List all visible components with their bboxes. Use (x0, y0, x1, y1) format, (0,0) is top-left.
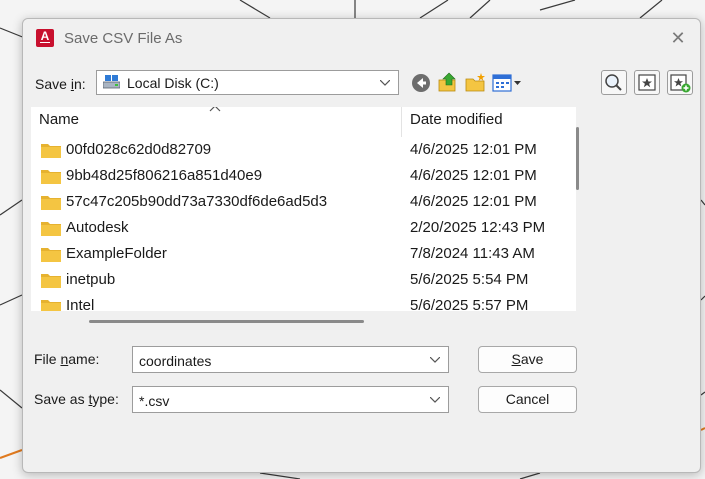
date-modified-cell: 2/20/2025 12:43 PM (410, 219, 546, 236)
close-button[interactable]: ✕ (666, 26, 690, 50)
file-name-cell: ExampleFolder (66, 245, 167, 262)
new-folder-icon[interactable] (464, 71, 488, 95)
save-in-dropdown[interactable]: Local Disk (C:) (96, 70, 399, 95)
chevron-down-icon[interactable] (430, 357, 440, 363)
file-name-cell: 9bb48d25f806216a851d40e9 (66, 167, 263, 184)
list-item[interactable]: 57c47c205b90dd73a7330df6de6ad5d3 4/6/2025… (31, 190, 576, 216)
cancel-button[interactable]: Cancel (478, 386, 577, 413)
favorites-button[interactable] (634, 70, 660, 95)
date-modified-cell: 5/6/2025 5:54 PM (410, 271, 529, 288)
title-bar[interactable]: A Save CSV File As ✕ (23, 19, 700, 61)
view-menu-icon[interactable] (491, 71, 523, 95)
column-divider[interactable] (401, 107, 402, 137)
file-name-cell: 00fd028c62d0d82709 (66, 141, 212, 158)
folder-icon (41, 274, 61, 288)
save-as-type-value: *.csv (139, 393, 170, 409)
save-dialog: A Save CSV File As ✕ Save in: Local Disk… (22, 18, 701, 473)
back-icon[interactable] (409, 71, 433, 95)
list-item[interactable]: inetpub 5/6/2025 5:54 PM (31, 268, 576, 294)
dialog-title: Save CSV File As (64, 30, 183, 47)
file-name-cell: Intel (66, 297, 95, 311)
column-header-date-modified[interactable]: Date modified (410, 111, 503, 133)
save-as-type-label: Save as type: (34, 391, 119, 407)
file-name-label: File name: (34, 351, 100, 367)
save-button[interactable]: Save (478, 346, 577, 373)
folder-icon (41, 248, 61, 262)
chevron-down-icon (380, 80, 390, 86)
list-item[interactable]: ExampleFolder 7/8/2024 11:43 AM (31, 242, 576, 268)
file-name-cell: 57c47c205b90dd73a7330df6de6ad5d3 (66, 193, 328, 210)
drive-icon (103, 75, 120, 89)
list-item[interactable]: Autodesk 2/20/2025 12:43 PM (31, 216, 576, 242)
list-item[interactable]: 00fd028c62d0d82709 4/6/2025 12:01 PM (31, 138, 576, 164)
file-name-value: coordinates (139, 353, 212, 369)
file-list[interactable]: Name Date modified 00fd028c62d0d82709 4/6… (31, 107, 576, 311)
date-modified-cell: 4/6/2025 12:01 PM (410, 193, 537, 210)
folder-icon (41, 222, 61, 236)
list-item[interactable]: Intel 5/6/2025 5:57 PM (31, 294, 576, 311)
file-name-input[interactable]: coordinates (132, 346, 449, 373)
date-modified-cell: 4/6/2025 12:01 PM (410, 167, 537, 184)
date-modified-cell: 4/6/2025 12:01 PM (410, 141, 537, 158)
chevron-down-icon (430, 397, 440, 403)
save-in-label: Save in: (35, 76, 86, 92)
add-favorite-button[interactable] (667, 70, 693, 95)
folder-icon (41, 144, 61, 158)
sort-ascending-icon (209, 107, 221, 112)
horizontal-scrollbar-thumb[interactable] (89, 320, 364, 323)
save-in-value: Local Disk (C:) (127, 75, 219, 91)
autocad-app-icon: A (36, 29, 54, 47)
favorites-icon (638, 74, 656, 91)
list-item[interactable]: 9bb48d25f806216a851d40e9 4/6/2025 12:01 P… (31, 164, 576, 190)
add-favorite-icon (670, 74, 691, 93)
close-icon: ✕ (670, 28, 686, 48)
date-modified-cell: 7/8/2024 11:43 AM (410, 245, 535, 262)
search-web-button[interactable] (601, 70, 627, 95)
file-name-cell: Autodesk (66, 219, 129, 236)
folder-icon (41, 196, 61, 210)
folder-icon (41, 300, 61, 311)
up-folder-icon[interactable] (436, 71, 460, 95)
file-name-cell: inetpub (66, 271, 116, 288)
vertical-scrollbar-thumb[interactable] (576, 127, 579, 190)
folder-icon (41, 170, 61, 184)
column-header-name[interactable]: Name (39, 111, 79, 133)
search-web-icon (605, 74, 622, 91)
save-as-type-dropdown[interactable]: *.csv (132, 386, 449, 413)
date-modified-cell: 5/6/2025 5:57 PM (410, 297, 529, 311)
